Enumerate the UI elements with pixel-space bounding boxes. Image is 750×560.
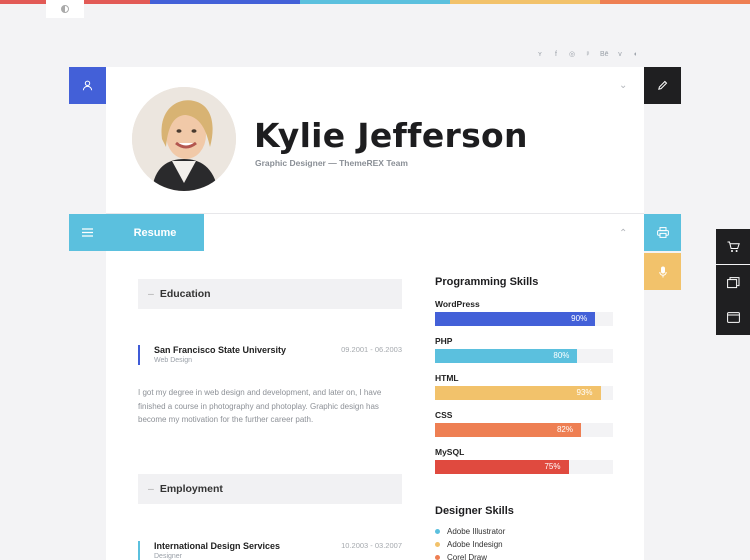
chevron-up-icon[interactable]: ⌃: [619, 228, 627, 239]
skill-label: HTML: [435, 373, 459, 383]
stripe-yellow: [450, 0, 600, 4]
profile-subtitle: Graphic Designer — ThemeREX Team: [255, 158, 408, 168]
gallery-button[interactable]: [716, 265, 750, 300]
pinterest-icon[interactable]: ᵖ: [584, 50, 592, 60]
social-links: ʏ f ◎ ᵖ Bē v ◐: [536, 50, 640, 60]
skill-percent: 93%: [576, 388, 593, 397]
theme-toggle-button[interactable]: [46, 0, 84, 18]
education-entry: San Francisco State University Web Desig…: [138, 345, 402, 365]
window-button[interactable]: [716, 300, 750, 335]
skill-percent: 80%: [553, 351, 570, 360]
cart-icon: [727, 241, 740, 252]
stripe-orange: [600, 0, 750, 4]
bullet-dot-icon: [435, 542, 440, 547]
skill-bar-track: 82%: [435, 423, 613, 437]
microphone-button[interactable]: [644, 253, 681, 290]
bullet-dot-icon: [435, 529, 440, 534]
stripe-blue: [150, 0, 300, 4]
employment-heading[interactable]: – Employment: [138, 474, 402, 504]
skill-label: PHP: [435, 336, 453, 346]
employment-heading-label: Employment: [159, 483, 223, 495]
skill-bar-fill: 93%: [435, 386, 601, 400]
pencil-icon: [658, 80, 668, 90]
print-button[interactable]: [644, 214, 681, 251]
designer-skill-label: Adobe Indesign: [447, 540, 503, 549]
entry-role: Designer: [154, 553, 183, 560]
designer-skills-title: Designer Skills: [435, 505, 514, 517]
hamburger-icon: [82, 228, 93, 237]
designer-skill-label: Adobe Illustrator: [447, 527, 506, 536]
education-heading[interactable]: – Education: [138, 279, 402, 309]
contrast-icon: [61, 5, 69, 13]
skill-bar-track: 93%: [435, 386, 613, 400]
instagram-icon[interactable]: ◎: [568, 50, 576, 60]
cart-button[interactable]: [716, 229, 750, 264]
profile-section-button[interactable]: [69, 67, 106, 104]
entry-date: 09.2001 - 06.2003: [341, 345, 402, 354]
skill-label: MySQL: [435, 447, 465, 457]
entry-date: 10.2003 - 03.2007: [341, 541, 402, 550]
behance-icon[interactable]: Bē: [600, 50, 609, 60]
programming-skills-title: Programming Skills: [435, 276, 539, 288]
stripe-cyan: [300, 0, 450, 4]
skill-percent: 90%: [571, 314, 588, 323]
skill-percent: 75%: [544, 462, 561, 471]
collapse-dash-icon: –: [148, 288, 154, 300]
skill-bar-fill: 82%: [435, 423, 581, 437]
avatar-portrait: [132, 87, 236, 191]
bullet-dot-icon: [435, 555, 440, 560]
user-icon: [82, 80, 93, 91]
designer-skill-item: Adobe Illustrator: [435, 527, 505, 536]
top-color-stripes: [0, 0, 750, 4]
skill-label: WordPress: [435, 299, 480, 309]
twitter-icon[interactable]: ʏ: [536, 50, 544, 60]
designer-skill-label: Corel Draw: [447, 553, 488, 560]
profile-name: Kylie Jefferson: [254, 116, 528, 155]
edit-button[interactable]: [644, 67, 681, 104]
education-description: I got my degree in web design and develo…: [138, 388, 382, 424]
facebook-icon[interactable]: f: [552, 50, 560, 60]
gallery-icon: [726, 276, 739, 288]
printer-icon: [656, 227, 669, 238]
tab-resume[interactable]: Resume: [106, 214, 204, 251]
skill-bar-track: 90%: [435, 312, 613, 326]
dribbble-icon[interactable]: ◐: [632, 50, 640, 60]
skill-percent: 82%: [556, 425, 573, 434]
skill-bar-fill: 80%: [435, 349, 578, 363]
microphone-icon: [658, 266, 667, 277]
skill-bar-track: 80%: [435, 349, 613, 363]
employment-entry: International Design Services Designer 1…: [138, 541, 402, 560]
education-heading-label: Education: [159, 288, 211, 300]
entry-role: Web Design: [154, 357, 193, 364]
chevron-down-icon[interactable]: ⌄: [619, 80, 627, 91]
vimeo-icon[interactable]: v: [616, 50, 624, 60]
browser-window-icon: [726, 312, 740, 323]
designer-skill-item: Adobe Indesign: [435, 540, 503, 549]
skill-bar-fill: 75%: [435, 460, 569, 474]
avatar: [132, 87, 236, 191]
designer-skill-item: Corel Draw: [435, 553, 487, 560]
skill-bar-fill: 90%: [435, 312, 596, 326]
skill-bar-track: 75%: [435, 460, 613, 474]
collapse-dash-icon: –: [148, 483, 154, 495]
menu-button[interactable]: [69, 214, 106, 251]
skill-label: CSS: [435, 410, 453, 420]
